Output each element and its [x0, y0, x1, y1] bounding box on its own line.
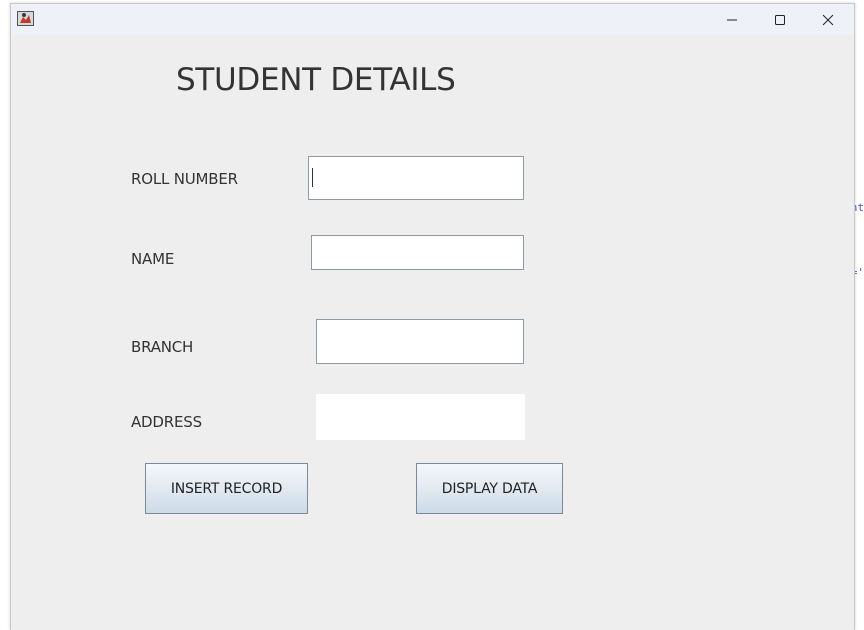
page-title: STUDENT DETAILS	[176, 62, 456, 98]
address-field[interactable]	[316, 394, 525, 440]
text-caret	[312, 168, 313, 187]
minimize-icon	[727, 19, 737, 20]
address-label: ADDRESS	[131, 413, 202, 431]
roll-number-label: ROLL NUMBER	[131, 170, 238, 188]
java-app-icon	[17, 11, 34, 26]
title-bar[interactable]	[11, 4, 854, 35]
close-icon	[822, 14, 834, 25]
branch-field[interactable]	[316, 319, 524, 364]
desktop-background: nt =' STUDENT DETAILS ROLL NUMBER NAME B…	[0, 0, 864, 630]
display-data-button[interactable]: DISPLAY DATA	[416, 463, 563, 514]
close-button[interactable]	[805, 4, 851, 35]
roll-number-field[interactable]	[308, 156, 524, 200]
maximize-button[interactable]	[757, 4, 803, 35]
student-details-window: STUDENT DETAILS ROLL NUMBER NAME BRANCH …	[10, 3, 855, 630]
insert-record-button[interactable]: INSERT RECORD	[145, 463, 308, 514]
name-field[interactable]	[311, 235, 524, 270]
maximize-icon	[775, 14, 785, 25]
name-label: NAME	[131, 250, 175, 268]
minimize-button[interactable]	[709, 4, 755, 35]
branch-label: BRANCH	[131, 338, 194, 356]
